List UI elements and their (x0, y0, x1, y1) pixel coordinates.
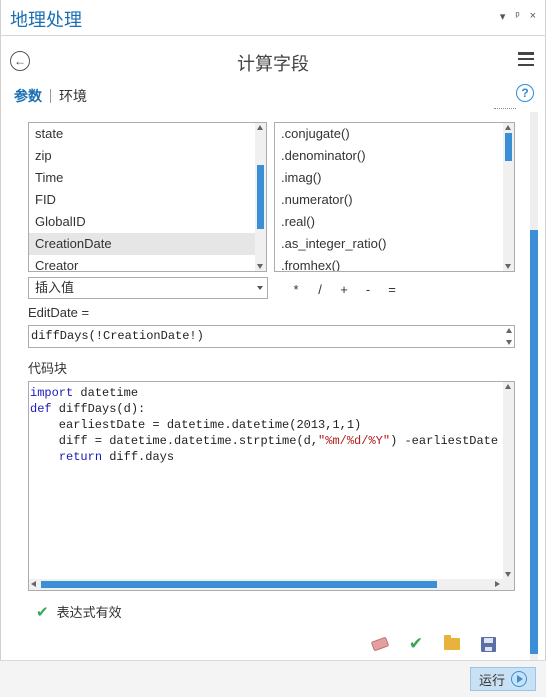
scroll-up-icon[interactable] (506, 328, 512, 333)
expression-scrollbar[interactable] (504, 326, 514, 347)
folder-icon (444, 635, 460, 650)
code-line: diff = datetime.datetime.strptime(d,"%m/… (30, 434, 499, 448)
helper-item[interactable]: .denominator() (275, 145, 514, 167)
tab-separator (50, 89, 51, 103)
helper-item[interactable]: .as_integer_ratio() (275, 233, 514, 255)
code-line: return diff.days (58, 450, 175, 464)
helper-item[interactable]: .fromhex() (275, 255, 514, 271)
verify-button[interactable]: ✔ (406, 634, 426, 654)
code-lines: import datetime def diffDays(d): earliest… (30, 385, 498, 465)
helpers-list-scroll-thumb[interactable] (505, 133, 512, 161)
scroll-up-icon[interactable] (505, 384, 511, 389)
run-icon (511, 671, 527, 687)
page-title: 计算字段 (237, 54, 309, 74)
save-icon (480, 636, 496, 652)
hamburger-menu-icon[interactable] (518, 52, 534, 66)
check-icon: ✔ (36, 603, 49, 621)
app-title: 地理处理 (10, 10, 82, 30)
footer: 运行 (0, 660, 546, 697)
tab-bar: 参数 环境 (14, 86, 87, 106)
resize-handle[interactable] (494, 108, 516, 109)
helper-item[interactable]: .conjugate() (275, 123, 514, 145)
insert-value-dropdown[interactable]: 插入值 (28, 277, 268, 299)
tab-environments[interactable]: 环境 (59, 86, 87, 106)
tool-header: ← 计算字段 (0, 36, 546, 84)
chevron-down-icon (257, 286, 263, 290)
operator-buttons: * / + - = (284, 282, 404, 297)
scroll-up-icon[interactable] (505, 125, 511, 130)
fields-list[interactable]: state zip Time FID GlobalID CreationDate… (28, 122, 267, 272)
scroll-up-icon[interactable] (257, 125, 263, 130)
expression-value: diffDays(!CreationDate!) (31, 329, 204, 343)
operator-equals-button[interactable]: = (380, 282, 404, 297)
scroll-down-icon[interactable] (506, 340, 512, 345)
close-icon[interactable]: × (530, 10, 536, 23)
expression-label: EditDate = (28, 305, 90, 320)
save-button[interactable] (478, 634, 498, 654)
code-block-editor[interactable]: import datetime def diffDays(d): earliest… (28, 381, 515, 591)
pane-scrollbar[interactable] (530, 112, 538, 660)
code-line: def diffDays(d): (30, 402, 146, 416)
code-vertical-scrollbar[interactable] (503, 382, 514, 579)
field-item-state[interactable]: state (29, 123, 266, 145)
insert-value-label: 插入值 (35, 280, 75, 295)
expression-input[interactable]: diffDays(!CreationDate!) (28, 325, 515, 348)
scroll-down-icon[interactable] (505, 264, 511, 269)
operator-plus-button[interactable]: + (332, 282, 356, 297)
fields-list-scrollbar[interactable] (255, 123, 266, 271)
scroll-left-icon[interactable] (31, 581, 36, 587)
scroll-right-icon[interactable] (495, 581, 500, 587)
pane-scrollbar-thumb[interactable] (530, 230, 538, 654)
title-bar: 地理处理 ▾ ᵖ × (0, 0, 546, 36)
field-item-fid[interactable]: FID (29, 189, 266, 211)
code-line: import datetime (30, 386, 139, 400)
pane-options-icon[interactable]: ▾ (500, 10, 506, 23)
pin-icon[interactable]: ᵖ (515, 10, 519, 23)
code-horizontal-scrollbar[interactable] (29, 579, 514, 590)
verify-icon: ✔ (408, 634, 424, 653)
helper-item[interactable]: .real() (275, 211, 514, 233)
field-item-zip[interactable]: zip (29, 145, 266, 167)
code-line: earliestDate = datetime.datetime(2013,1,… (30, 418, 362, 432)
scroll-down-icon[interactable] (257, 264, 263, 269)
field-item-time[interactable]: Time (29, 167, 266, 189)
validation-message: 表达式有效 (56, 605, 122, 620)
scroll-down-icon[interactable] (505, 572, 511, 577)
code-block-label: 代码块 (28, 361, 68, 376)
helper-item[interactable]: .imag() (275, 167, 514, 189)
helper-item[interactable]: .numerator() (275, 189, 514, 211)
operator-multiply-button[interactable]: * (284, 282, 308, 297)
clear-button[interactable] (370, 634, 390, 654)
validation-status: ✔ 表达式有效 (36, 602, 122, 621)
tab-parameters[interactable]: 参数 (14, 86, 42, 106)
load-button[interactable] (442, 634, 462, 654)
eraser-icon (370, 636, 390, 652)
run-label: 运行 (478, 672, 505, 688)
field-item-globalid[interactable]: GlobalID (29, 211, 266, 233)
field-item-creationdate[interactable]: CreationDate (29, 233, 266, 255)
helpers-list-scrollbar[interactable] (503, 123, 514, 271)
help-icon[interactable]: ? (516, 84, 534, 102)
operator-divide-button[interactable]: / (308, 282, 332, 297)
fields-list-scroll-thumb[interactable] (257, 165, 264, 229)
run-button[interactable]: 运行 (470, 667, 536, 691)
code-horizontal-scroll-thumb[interactable] (41, 581, 437, 588)
helpers-list[interactable]: .conjugate() .denominator() .imag() .num… (274, 122, 515, 272)
window-controls: ▾ ᵖ × (500, 10, 536, 23)
operator-minus-button[interactable]: - (356, 282, 380, 297)
field-item-creator[interactable]: Creator (29, 255, 266, 271)
expression-toolbar: ✔ (370, 634, 498, 654)
